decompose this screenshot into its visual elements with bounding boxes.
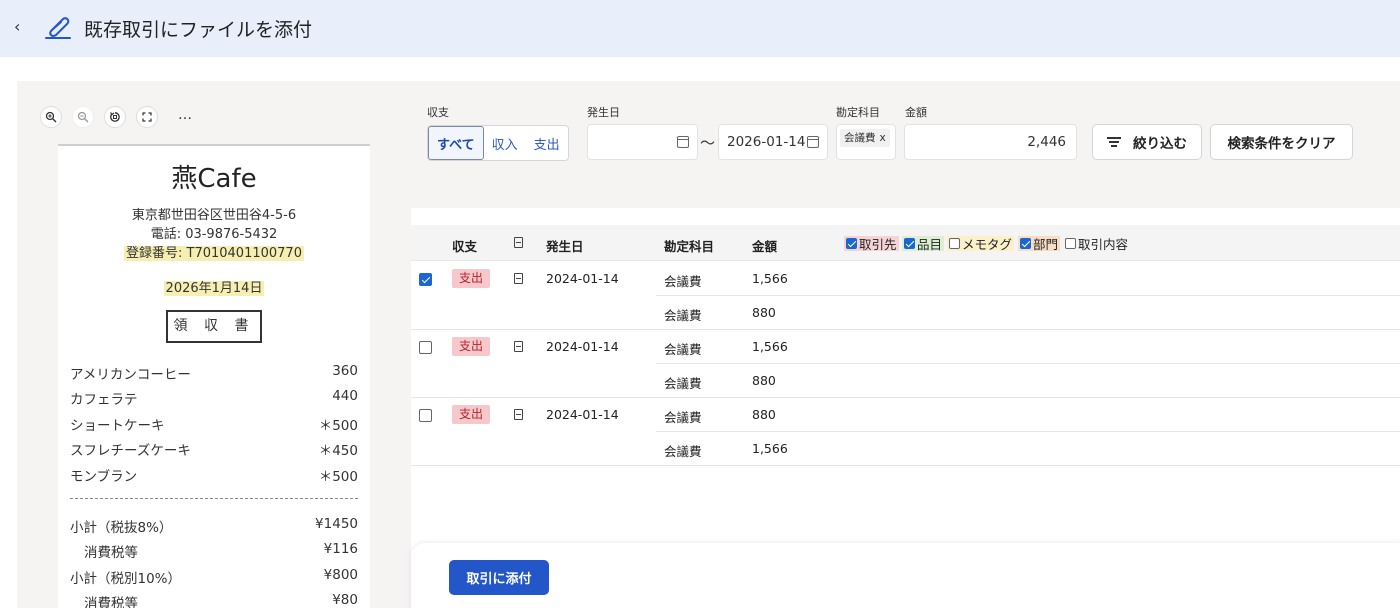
action-bar: 取引に添付 bbox=[411, 543, 1400, 608]
amount-filter-label: 金額 bbox=[905, 106, 927, 119]
expense-tag: 支出 bbox=[452, 269, 490, 288]
date-to-input[interactable]: 2026-01-14 bbox=[718, 124, 828, 160]
receipt-tax: 消費税等 ¥116 bbox=[84, 541, 358, 561]
clear-filter-button[interactable]: 検索条件をクリア bbox=[1210, 124, 1353, 160]
row-account: 会議費 bbox=[664, 444, 702, 459]
pen-link-icon bbox=[45, 17, 71, 39]
row-amount: 880 bbox=[752, 305, 776, 320]
type-filter: すべて 収入 支出 bbox=[427, 125, 569, 161]
account-filter-label: 勘定科目 bbox=[836, 106, 880, 119]
back-button[interactable]: ‹ bbox=[14, 17, 20, 36]
type-option-expense[interactable]: 支出 bbox=[526, 126, 568, 160]
table-header: 収支 発生日 勘定科目 金額 取引先 品目 メモタグ 部門 取引内容 bbox=[411, 225, 1400, 261]
zoom-out-icon[interactable] bbox=[72, 106, 94, 128]
receipt-divider bbox=[70, 498, 358, 499]
receipt-item: カフェラテ 440 bbox=[70, 388, 358, 408]
row-date: 2024-01-14 bbox=[546, 271, 619, 286]
filter-icon bbox=[1107, 137, 1121, 147]
narrow-filter-button[interactable]: 絞り込む bbox=[1092, 124, 1202, 160]
receipt-address: 東京都世田谷区世田谷4-5-6 bbox=[131, 208, 297, 223]
receipt-item: アメリカンコーヒー 360 bbox=[70, 363, 358, 383]
receipt-date: 2026年1月14日 bbox=[163, 281, 265, 296]
account-filter-input[interactable]: 会議費 x bbox=[836, 124, 896, 160]
receipt-subtotal: 小計（税抜8%） ¥1450 bbox=[70, 516, 358, 536]
row-account: 会議費 bbox=[664, 342, 702, 357]
receipt-preview: 燕Cafe 東京都世田谷区世田谷4-5-6 電話: 03-9876-5432 登… bbox=[58, 144, 370, 608]
row-checkbox[interactable] bbox=[419, 341, 432, 354]
receipt-registration-number: 登録番号: T7010401100770 bbox=[124, 246, 304, 261]
calendar-icon[interactable] bbox=[677, 136, 689, 148]
date-range-separator: 〜 bbox=[700, 134, 716, 152]
row-amount: 880 bbox=[752, 407, 776, 422]
document-icon bbox=[514, 237, 523, 248]
row-amount: 1,566 bbox=[752, 271, 788, 286]
type-option-income[interactable]: 収入 bbox=[484, 126, 526, 160]
row-date: 2024-01-14 bbox=[546, 407, 619, 422]
receipt-item: ショートケーキ ＊500 bbox=[70, 418, 358, 434]
calendar-icon[interactable] bbox=[807, 136, 819, 148]
header-amount: 金額 bbox=[752, 239, 778, 254]
column-toggle-item[interactable]: 品目 bbox=[902, 236, 945, 252]
row-amount: 1,566 bbox=[752, 339, 788, 354]
row-checkbox[interactable] bbox=[419, 409, 432, 422]
expense-tag: 支出 bbox=[452, 405, 490, 424]
expense-tag: 支出 bbox=[452, 337, 490, 356]
account-chip: 会議費 x bbox=[840, 129, 890, 147]
receipt-subtotal: 小計（税別10%） ¥800 bbox=[70, 567, 358, 587]
row-date: 2024-01-14 bbox=[546, 339, 619, 354]
column-toggle-department[interactable]: 部門 bbox=[1018, 236, 1061, 252]
row-checkbox[interactable] bbox=[419, 273, 432, 286]
chip-remove-button[interactable]: x bbox=[880, 132, 886, 144]
date-filter-label: 発生日 bbox=[587, 106, 620, 119]
column-toggle-memo-tag[interactable]: メモタグ bbox=[947, 236, 1015, 252]
type-option-all[interactable]: すべて bbox=[428, 126, 484, 160]
page-title: 既存取引にファイルを添付 bbox=[84, 19, 313, 41]
row-account: 会議費 bbox=[664, 410, 702, 425]
amount-input[interactable]: 2,446 bbox=[904, 124, 1077, 160]
receipt-tax: 消費税等 ¥80 bbox=[84, 592, 358, 608]
row-account: 会議費 bbox=[664, 376, 702, 391]
receipt-phone: 電話: 03-9876-5432 bbox=[150, 227, 278, 242]
more-icon[interactable]: … bbox=[178, 107, 192, 123]
receipt-doc-type: 領 収 書 bbox=[166, 310, 262, 343]
row-amount: 1,566 bbox=[752, 441, 788, 456]
column-toggle-description[interactable]: 取引内容 bbox=[1063, 236, 1130, 252]
row-account: 会議費 bbox=[664, 308, 702, 323]
date-from-input[interactable] bbox=[587, 124, 698, 160]
row-account: 会議費 bbox=[664, 274, 702, 289]
header-date: 発生日 bbox=[546, 239, 584, 254]
receipt-shop-name: 燕Cafe bbox=[171, 164, 257, 194]
type-filter-label: 収支 bbox=[427, 106, 449, 119]
header-type: 収支 bbox=[452, 239, 478, 254]
row-amount: 880 bbox=[752, 373, 776, 388]
attach-to-transaction-button[interactable]: 取引に添付 bbox=[449, 560, 549, 595]
document-icon[interactable] bbox=[514, 409, 523, 420]
receipt-item: スフレチーズケーキ ＊450 bbox=[70, 443, 358, 459]
rotate-icon[interactable] bbox=[104, 106, 126, 128]
receipt-item: モンブラン ＊500 bbox=[70, 469, 358, 485]
zoom-in-icon[interactable] bbox=[40, 106, 62, 128]
header-account: 勘定科目 bbox=[664, 239, 715, 254]
document-icon[interactable] bbox=[514, 341, 523, 352]
fit-screen-icon[interactable] bbox=[136, 106, 158, 128]
document-icon[interactable] bbox=[514, 273, 523, 284]
column-toggle-partner[interactable]: 取引先 bbox=[844, 236, 899, 252]
top-bar: ‹ 既存取引にファイルを添付 bbox=[0, 0, 1400, 57]
